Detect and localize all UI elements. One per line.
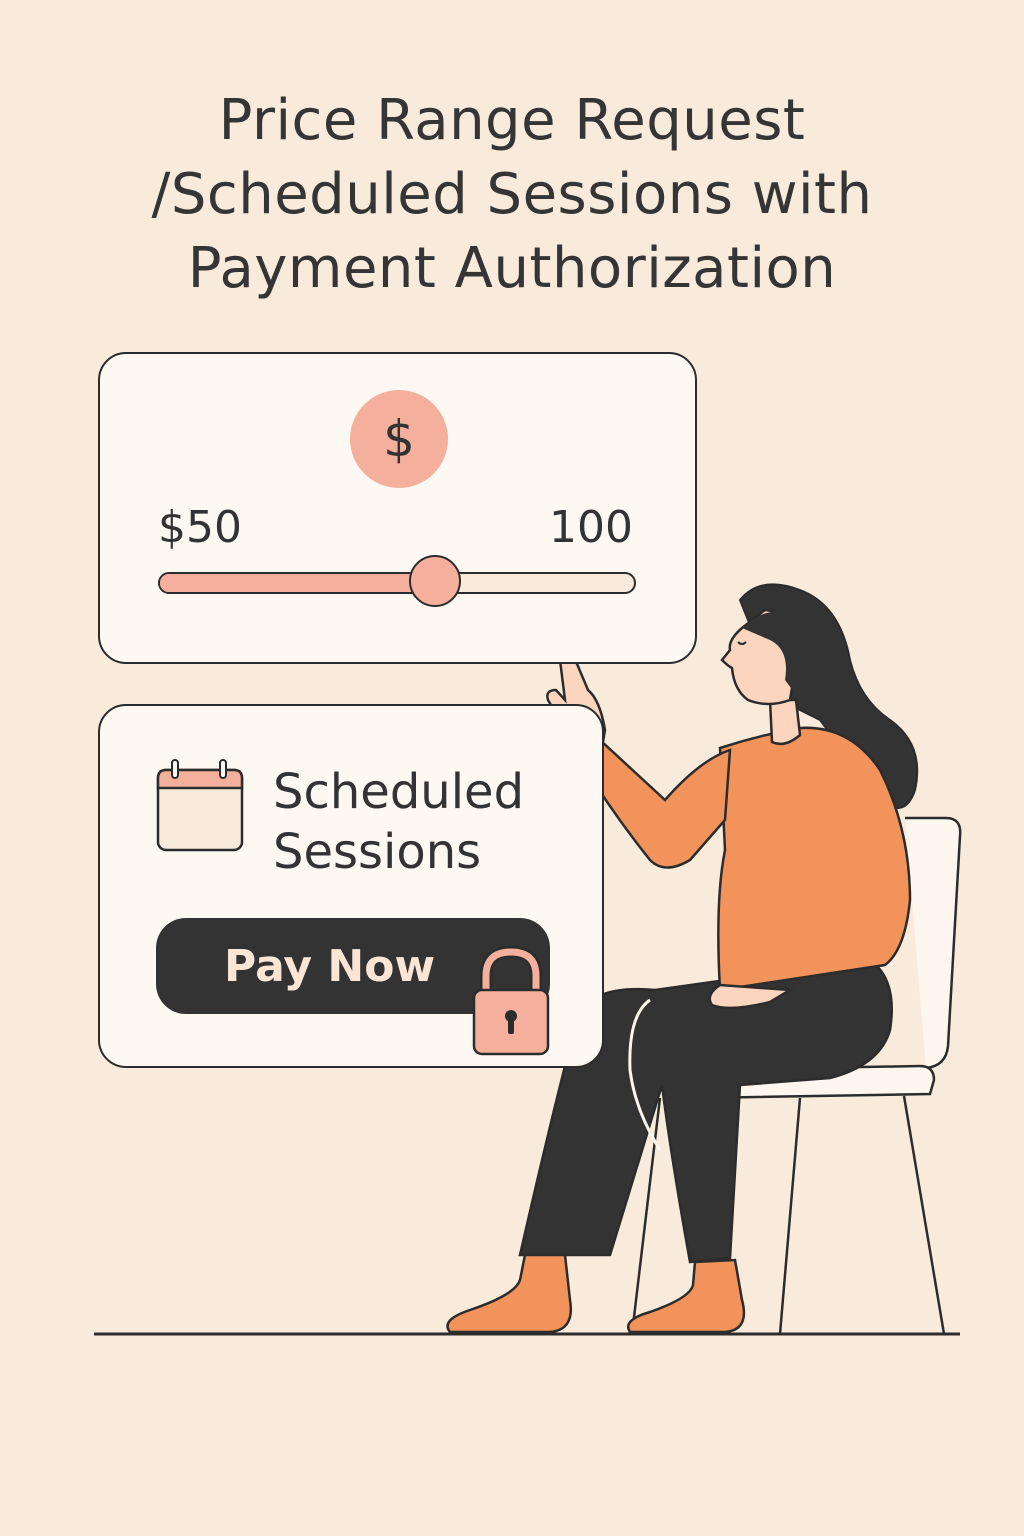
price-range-card: $ $50 100: [98, 352, 697, 664]
price-slider-thumb[interactable]: [409, 555, 462, 607]
price-max-label: 100: [549, 502, 633, 553]
right-shoe: [627, 1258, 746, 1334]
scheduled-sessions-card: Scheduled Sessions Pay Now: [98, 704, 604, 1068]
left-shoe: [446, 1253, 573, 1334]
session-label-line-2: Sessions: [273, 824, 482, 880]
session-label-line-1: Scheduled: [273, 764, 525, 820]
price-min-label: $50: [158, 502, 242, 553]
calendar-icon: [156, 759, 244, 852]
scheduled-sessions-label: Scheduled Sessions: [273, 762, 524, 882]
dollar-icon: $: [350, 390, 448, 488]
price-slider-track[interactable]: [158, 572, 636, 594]
price-slider-fill: [160, 574, 435, 592]
padlock-icon: [472, 946, 550, 1056]
